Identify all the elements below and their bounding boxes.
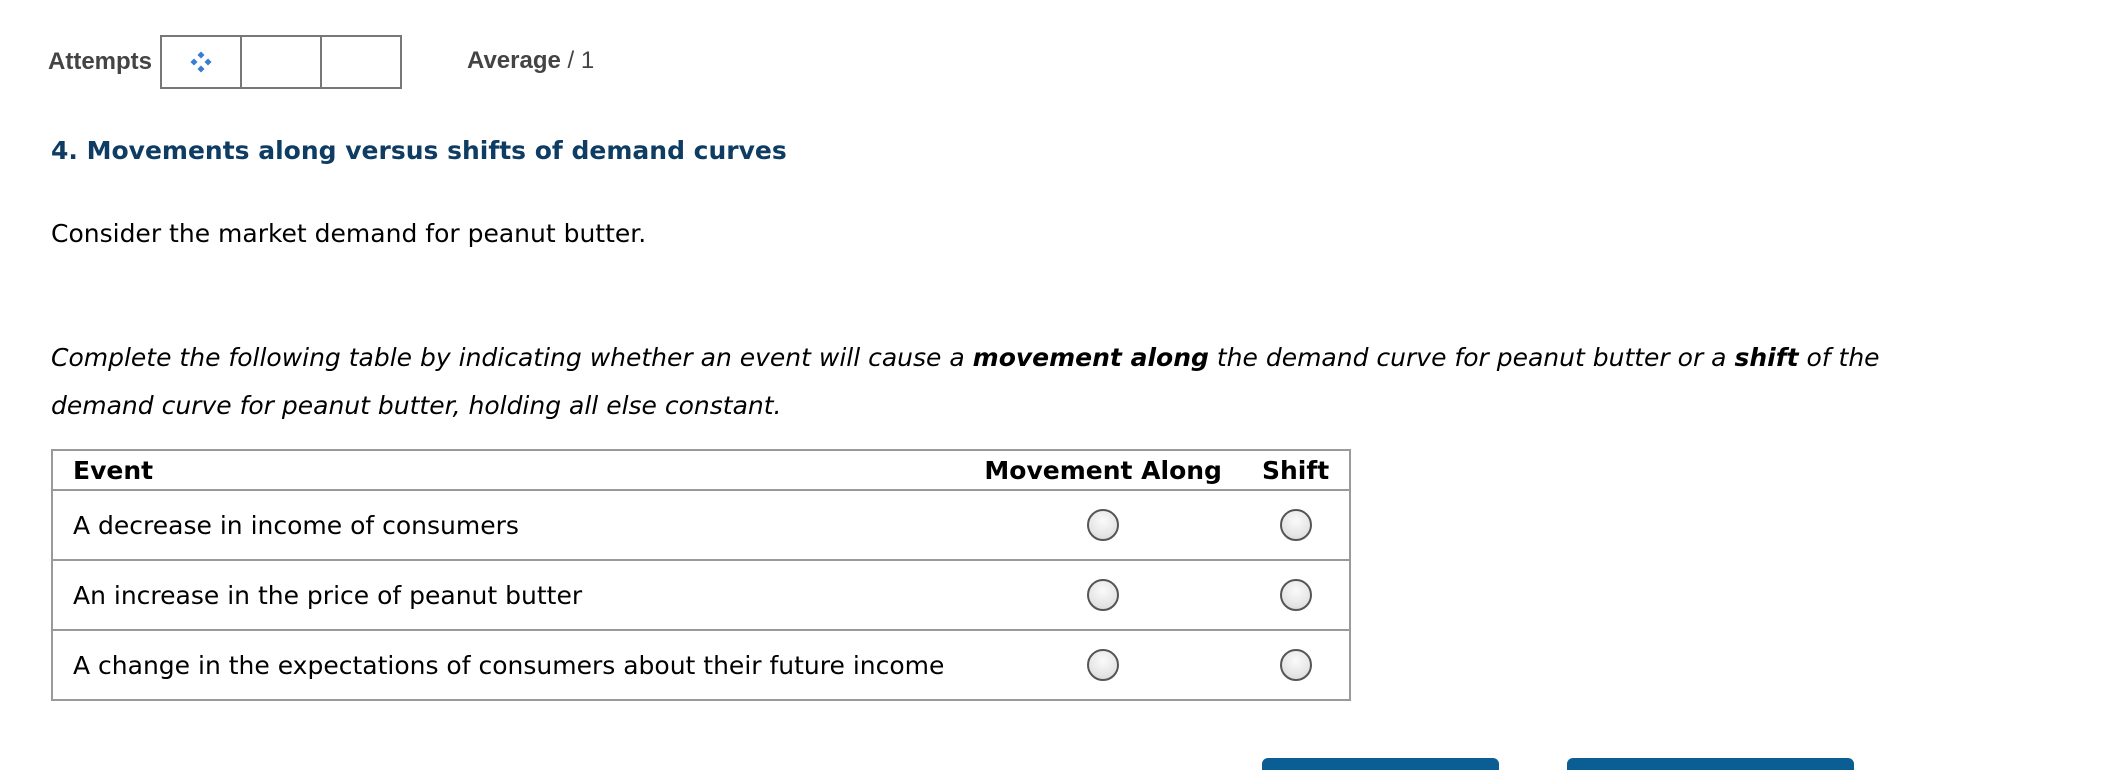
shift-cell bbox=[1241, 560, 1351, 631]
header-shift: Shift bbox=[1241, 450, 1351, 491]
movement-along-radio[interactable] bbox=[1087, 579, 1120, 611]
shift-radio[interactable] bbox=[1279, 579, 1312, 611]
save-and-continue-button[interactable] bbox=[1567, 758, 1854, 770]
table-row: A change in the expectations of consumer… bbox=[52, 630, 1351, 701]
event-table: Event Movement Along Shift A decrease in… bbox=[51, 449, 1352, 701]
movement-along-cell bbox=[964, 630, 1242, 701]
grade-it-now-button[interactable] bbox=[1262, 758, 1499, 770]
loading-dots-icon bbox=[190, 51, 212, 73]
attempts-label: Attempts bbox=[48, 48, 153, 75]
question-title: 4. Movements along versus shifts of dema… bbox=[51, 136, 787, 165]
attempt-box-3 bbox=[320, 35, 403, 89]
question-intro: Consider the market demand for peanut bu… bbox=[51, 219, 647, 248]
average-label: Average bbox=[467, 47, 561, 74]
header-event: Event bbox=[52, 450, 965, 491]
table-header-row: Event Movement Along Shift bbox=[52, 450, 1351, 491]
attempts-bar: Attempts bbox=[48, 35, 403, 89]
attempt-box-2 bbox=[240, 35, 323, 89]
movement-along-cell bbox=[964, 490, 1242, 561]
event-cell: An increase in the price of peanut butte… bbox=[52, 560, 965, 631]
shift-radio[interactable] bbox=[1279, 649, 1312, 681]
instructions-bold-shift: shift bbox=[1734, 343, 1799, 372]
shift-cell bbox=[1241, 490, 1351, 561]
instructions-bold-movement: movement along bbox=[972, 343, 1209, 372]
question-instructions: Complete the following table by indicati… bbox=[51, 334, 1901, 430]
event-cell: A change in the expectations of consumer… bbox=[52, 630, 965, 701]
attempt-boxes bbox=[160, 35, 403, 89]
movement-along-cell bbox=[964, 560, 1242, 631]
average-score: Average / 1 bbox=[467, 47, 594, 75]
event-cell: A decrease in income of consumers bbox=[52, 490, 965, 561]
table-row: An increase in the price of peanut butte… bbox=[52, 560, 1351, 631]
table-row: A decrease in income of consumers bbox=[52, 490, 1351, 561]
average-value: / 1 bbox=[567, 47, 595, 74]
shift-cell bbox=[1241, 630, 1351, 701]
instructions-part-1: Complete the following table by indicati… bbox=[51, 343, 973, 372]
movement-along-radio[interactable] bbox=[1087, 509, 1120, 541]
instructions-part-2: the demand curve for peanut butter or a bbox=[1208, 343, 1735, 372]
header-movement-along: Movement Along bbox=[964, 450, 1242, 491]
shift-radio[interactable] bbox=[1279, 509, 1312, 541]
movement-along-radio[interactable] bbox=[1087, 649, 1120, 681]
attempt-box-1 bbox=[160, 35, 243, 89]
